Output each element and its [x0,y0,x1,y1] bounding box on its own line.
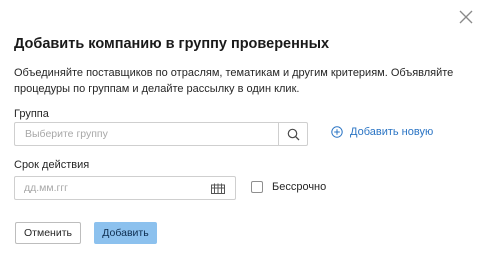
calendar-icon [211,183,225,194]
cancel-button[interactable]: Отменить [15,222,81,244]
dialog-title: Добавить компанию в группу проверенных [14,36,330,52]
add-new-group-label: Добавить новую [350,126,434,138]
add-to-verified-group-dialog: Добавить компанию в группу проверенных О… [0,0,500,258]
group-input[interactable] [15,123,278,145]
forever-checkbox-row[interactable]: Бессрочно [251,181,326,193]
search-icon [287,128,299,140]
close-button[interactable] [458,9,474,25]
group-label: Группа [14,108,49,120]
validity-date-input[interactable] [15,182,211,194]
validity-label: Срок действия [14,159,90,171]
calendar-button[interactable] [211,181,227,195]
dialog-description: Объединяйте поставщиков по отраслям, тем… [14,67,454,95]
close-icon [459,10,473,24]
validity-date-field[interactable] [14,176,236,200]
add-button[interactable]: Добавить [94,222,157,244]
group-search-button[interactable] [278,123,307,145]
add-new-group-link[interactable]: Добавить новую [331,126,433,138]
forever-checkbox[interactable] [251,181,263,193]
plus-circle-icon [331,126,343,138]
group-select[interactable] [14,122,308,146]
forever-label: Бессрочно [272,181,327,193]
